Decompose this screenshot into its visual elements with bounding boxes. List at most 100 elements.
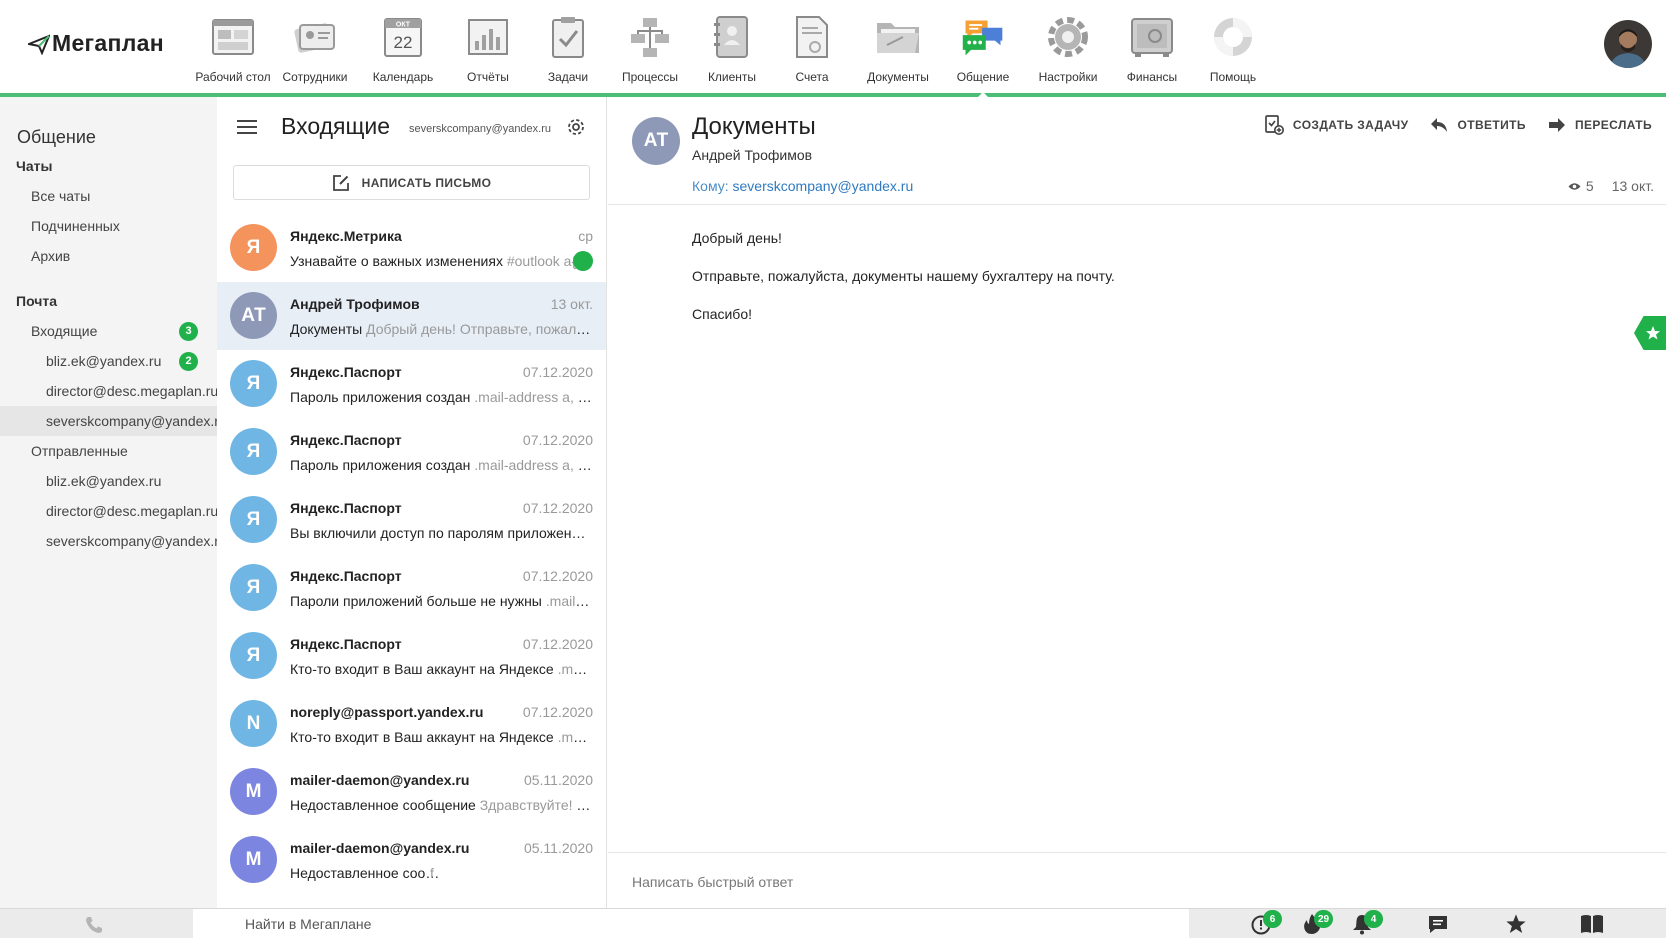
sidebar-item-sent-account[interactable]: severskcompany@yandex.ru [0, 526, 217, 556]
sidebar-item-sent-account[interactable]: bliz.ek@yandex.ru [0, 466, 217, 496]
create-task-button[interactable]: СОЗДАТЬ ЗАДАЧУ [1264, 115, 1409, 135]
message-preview: .mail-address a [545, 593, 593, 609]
sidebar-item-sent[interactable]: Отправленные [0, 436, 217, 466]
message-date: 05.11.2020 [523, 840, 593, 856]
nav-label: Сотрудники [282, 70, 348, 84]
message-list-header: Входящие severskcompany@yandex.ru [217, 97, 606, 157]
global-search-input[interactable]: Найти в Мегаплане [193, 909, 1189, 938]
reply-button[interactable]: ОТВЕТИТЬ [1430, 115, 1526, 135]
compose-button[interactable]: НАПИСАТЬ ПИСЬМО [233, 165, 590, 200]
reports-icon [465, 14, 511, 60]
reply-label: ОТВЕТИТЬ [1457, 118, 1526, 132]
message-date: 13 окт. [550, 296, 593, 312]
sidebar-item-inbox-account[interactable]: director@desc.megaplan.ru [0, 376, 217, 406]
nav-item-invoices[interactable]: Счета [770, 0, 854, 93]
sidebar-item-label: Подчиненных [31, 218, 120, 234]
hot-button[interactable]: 29 [1302, 910, 1333, 938]
message-from: Яндекс.Метрика [290, 228, 402, 244]
create-task-label: СОЗДАТЬ ЗАДАЧУ [1292, 118, 1409, 132]
notifications-button[interactable]: 4 [1352, 910, 1383, 938]
nav-label: Настройки [1038, 70, 1098, 84]
message-meta: 5 13 окт. [1568, 178, 1654, 194]
message-date: 07.12.2020 [522, 432, 593, 448]
nav-item-communication[interactable]: Общение [942, 0, 1024, 97]
sidebar-section-mail[interactable]: Почта [0, 286, 217, 316]
sidebar-item-subordinates[interactable]: Подчиненных [0, 211, 217, 241]
message-snippet: Недоставленное сообщение [290, 865, 440, 881]
nav-item-reports[interactable]: Отчёты [446, 0, 530, 93]
message-sender[interactable]: Андрей Трофимов [692, 147, 812, 163]
message-snippet: Пароль приложения создан .mail-address a… [290, 389, 593, 405]
recipient-address[interactable]: severskcompany@yandex.ru [733, 178, 914, 194]
gear-icon[interactable] [566, 117, 586, 137]
sender-avatar: Я [230, 632, 277, 679]
message-subject: Документы [290, 321, 363, 337]
message-list-item[interactable]: Я Яндекс.Паспорт 07.12.2020 Пароль приложен… [217, 418, 606, 486]
nav-item-tasks[interactable]: Задачи [530, 0, 606, 93]
sidebar-item-label: severskcompany@yandex.ru [46, 413, 217, 429]
nav-item-processes[interactable]: Процессы [606, 0, 694, 93]
message-list-item[interactable]: Я Яндекс.Паспорт 07.12.2020 Пароли приложен… [217, 554, 606, 622]
message-date: 07.12.2020 [522, 636, 593, 652]
message-date: 07.12.2020 [522, 364, 593, 380]
logo[interactable]: Мегаплан [28, 30, 164, 57]
nav-label: Отчёты [467, 70, 509, 84]
sidebar-item-inbox[interactable]: Входящие 3 [0, 316, 217, 346]
employees-icon [292, 14, 338, 60]
nav-item-calendar[interactable]: ОКТ 22 Календарь [360, 0, 446, 93]
sidebar-item-inbox-account-selected[interactable]: severskcompany@yandex.ru [0, 406, 217, 436]
sender-avatar: АТ [230, 292, 277, 339]
message-list-item[interactable]: Я Яндекс.Паспорт 07.12.2020 Кто-то входит в… [217, 622, 606, 690]
phone-icon[interactable] [84, 915, 104, 935]
message-list-item[interactable]: Nnoreply@passport.yandex.ru 07.12.2020 Кто… [217, 690, 606, 758]
recipient-label: Кому: [692, 178, 729, 194]
message-list-item[interactable]: Я Яндекс.Паспорт 07.12.2020 Вы включили дос… [217, 486, 606, 554]
sender-avatar: АТ [632, 117, 680, 165]
knowledge-base-button[interactable] [1580, 913, 1604, 938]
sidebar-item-label: bliz.ek@yandex.ru [46, 473, 162, 489]
quick-reply-field[interactable]: Написать быстрый ответ [608, 852, 1666, 908]
sidebar-item-inbox-account[interactable]: bliz.ek@yandex.ru 2 [0, 346, 217, 376]
sidebar-section-chats[interactable]: Чаты [0, 151, 217, 181]
message-list-item[interactable]: АТ Андрей Трофимов 13 окт. Документы Добрый… [217, 282, 606, 350]
nav-item-employees[interactable]: Сотрудники [270, 0, 360, 93]
nav-item-documents[interactable]: Документы [854, 0, 942, 93]
message-subject: Недоставленное сообщение [290, 797, 476, 813]
message-from: mailer-daemon@yandex.ru [290, 772, 470, 788]
message-snippet: Пароли приложений больше не нужны .mail-… [290, 593, 593, 609]
message-from: noreply@passport.yandex.ru [290, 704, 484, 720]
sidebar-item-sent-account[interactable]: director@desc.megaplan.ru [0, 496, 217, 526]
message-snippet: Кто-то входит в Ваш аккаунт на Яндексе .… [290, 661, 593, 677]
user-avatar[interactable] [1604, 20, 1652, 68]
invoices-icon [789, 14, 835, 60]
message-list-item[interactable]: Я Яндекс.Паспорт 07.12.2020 Пароль приложен… [217, 350, 606, 418]
reply-icon [1431, 118, 1448, 132]
tasks-icon [545, 14, 591, 60]
account-count-badge: 2 [179, 351, 198, 371]
chat-button[interactable] [1427, 913, 1449, 938]
nav-label: Общение [956, 70, 1010, 84]
nav-item-clients[interactable]: Клиенты [694, 0, 770, 93]
menu-icon[interactable] [237, 119, 257, 135]
nav-item-finance[interactable]: Финансы [1112, 0, 1192, 93]
sender-avatar: M [230, 836, 277, 883]
nav-item-help[interactable]: Помощь [1192, 0, 1274, 93]
sidebar-item-archive[interactable]: Архив [0, 241, 217, 271]
message-list-item[interactable]: Mmailer-daemon@yandex.ru 05.11.2020 Недост… [217, 826, 606, 894]
nav-label: Счета [795, 70, 829, 84]
forward-button[interactable]: ПЕРЕСЛАТЬ [1548, 115, 1652, 135]
nav-item-dashboard[interactable]: Рабочий стол [195, 0, 271, 93]
message-subject: Кто-то входит в Ваш аккаунт на Яндексе [290, 661, 554, 677]
message-list-item[interactable]: Mmailer-daemon@yandex.ru 05.11.2020 Недост… [217, 758, 606, 826]
sidebar-item-all-chats[interactable]: Все чаты [0, 181, 217, 211]
sidebar-title: Общение [17, 127, 96, 147]
nav-label: Помощь [1209, 70, 1257, 84]
book-icon [1581, 915, 1603, 933]
message-list: Я Яндекс.Метрика ср Узнавайте о важных изме… [217, 214, 606, 894]
favorites-button[interactable] [1505, 913, 1527, 938]
message-list-item[interactable]: Я Яндекс.Метрика ср Узнавайте о важных изме… [217, 214, 606, 282]
alerts-button[interactable]: 6 [1250, 910, 1282, 938]
nav-item-settings[interactable]: Настройки [1024, 0, 1112, 93]
settings-icon [1045, 14, 1091, 60]
alerts-count-badge: 6 [1263, 910, 1282, 928]
